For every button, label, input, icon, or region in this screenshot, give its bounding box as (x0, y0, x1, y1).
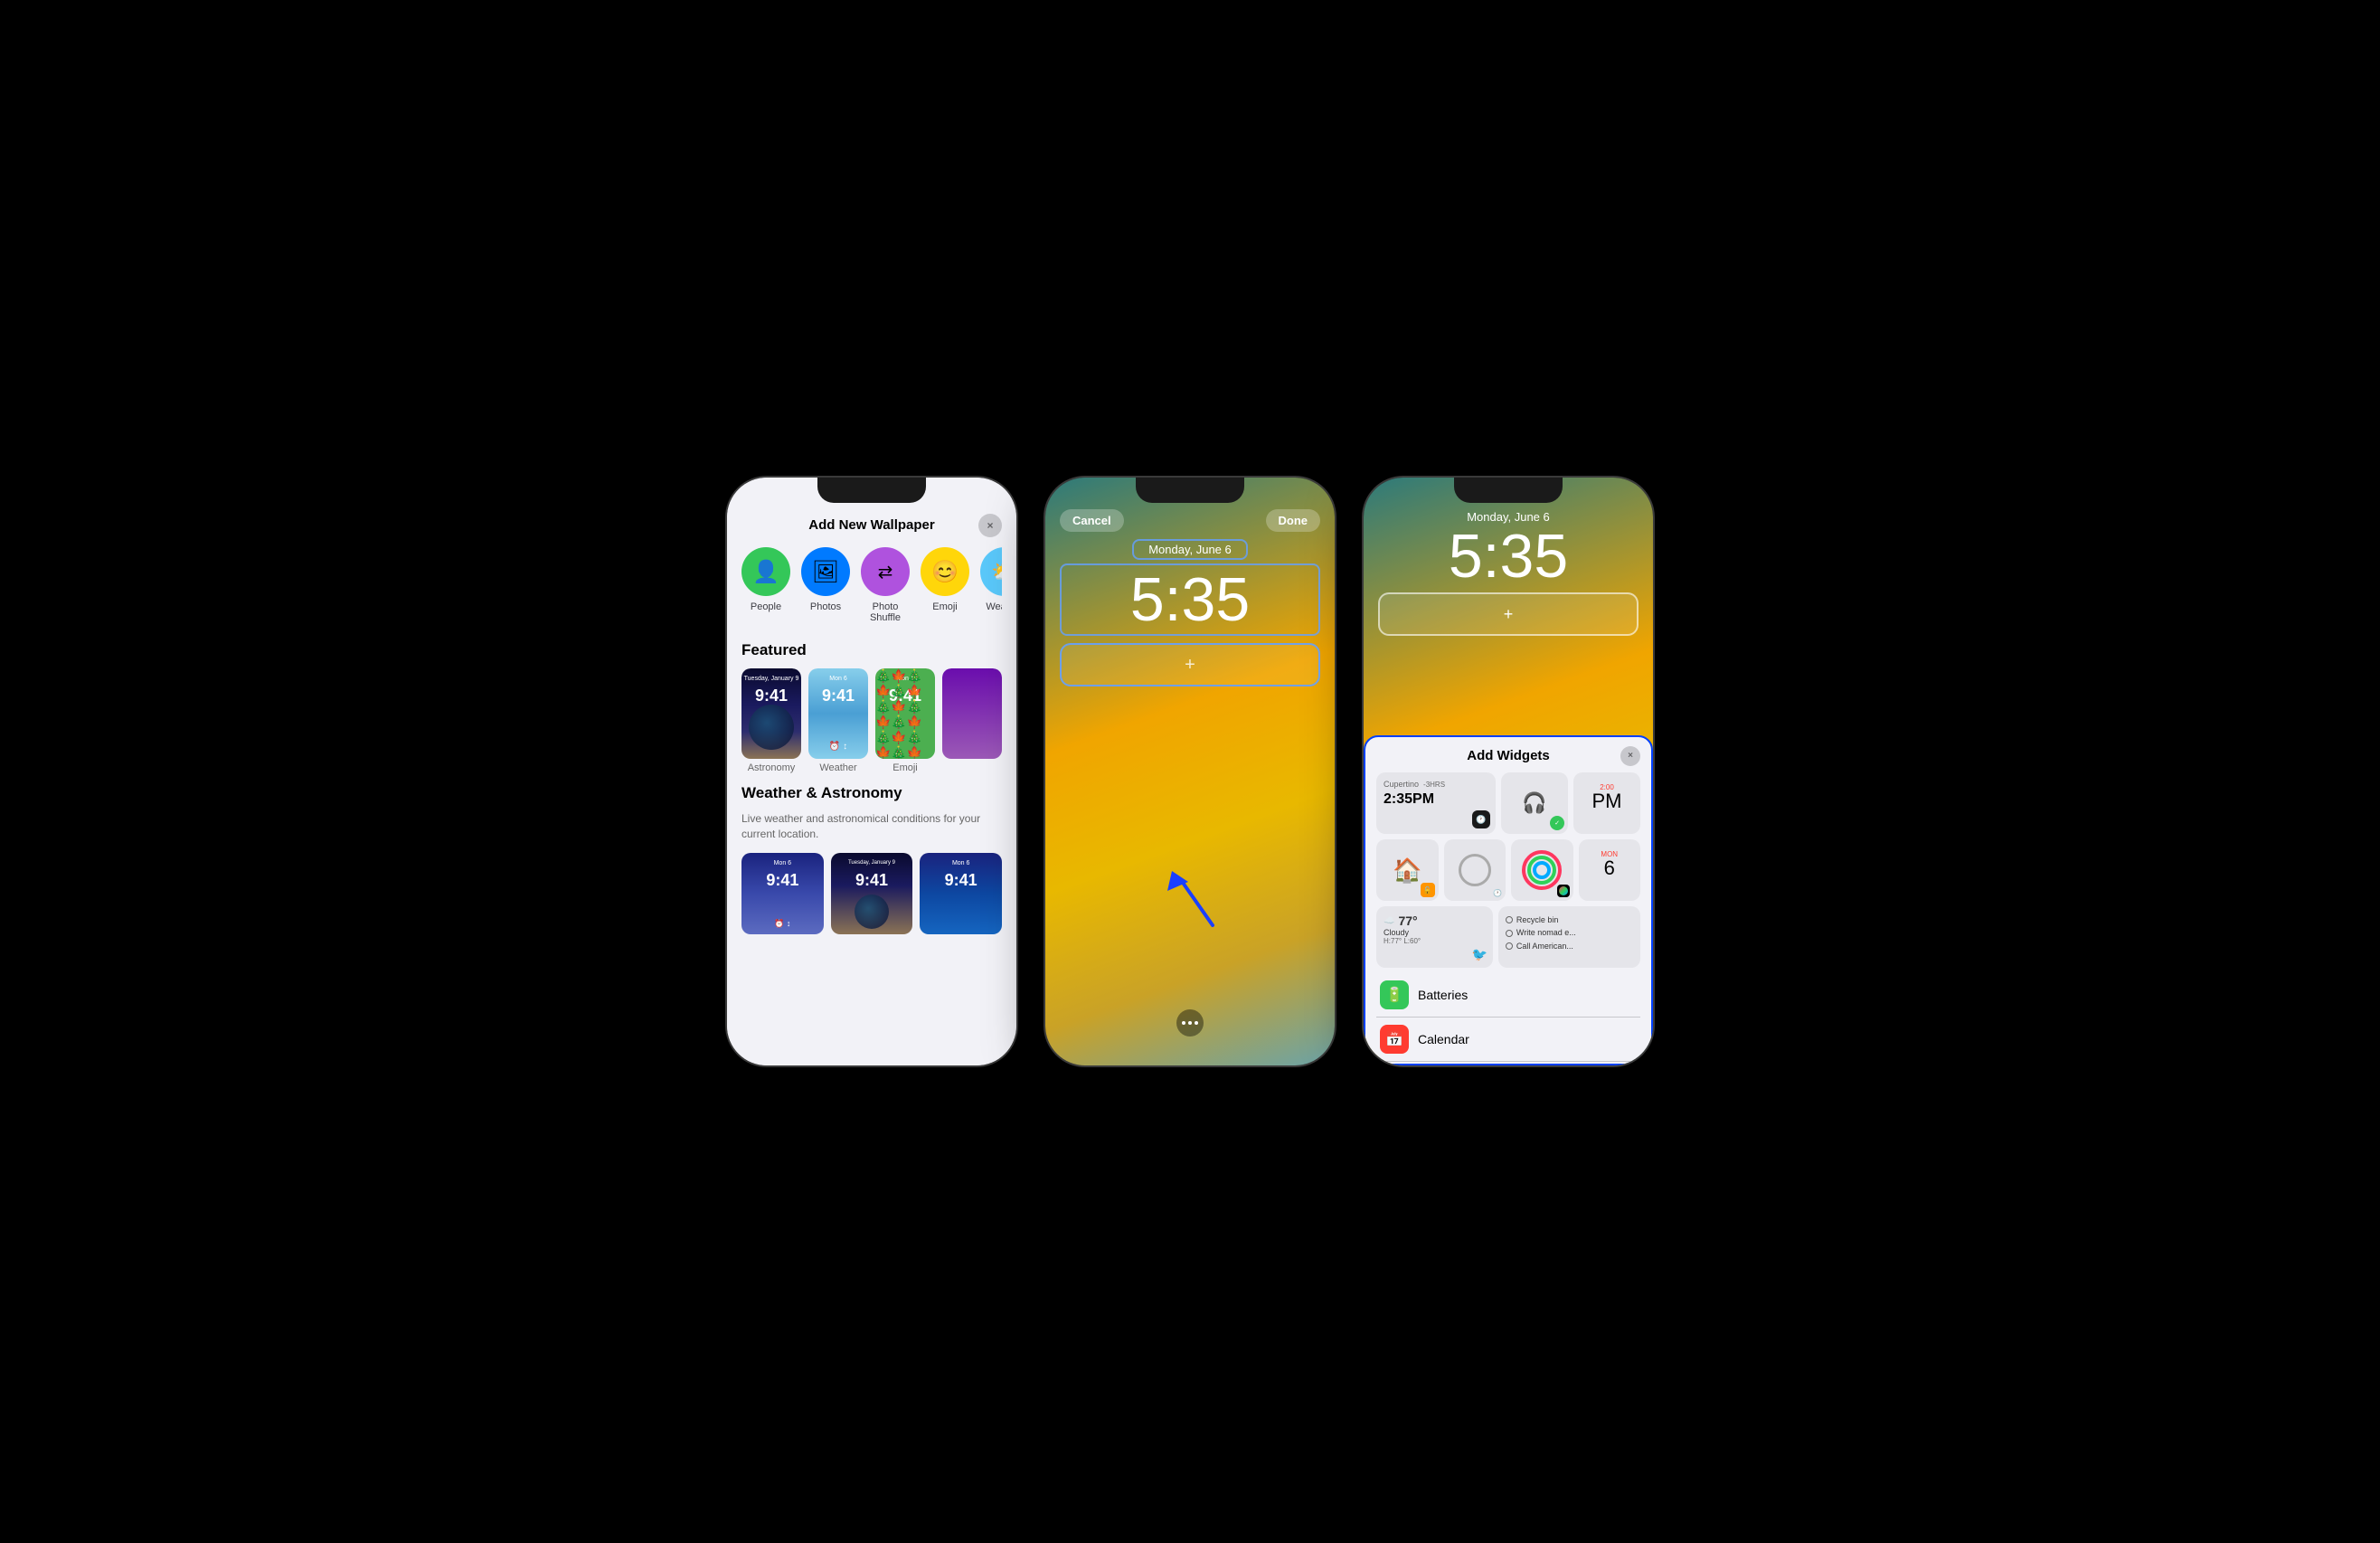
emoji-featured-label: Emoji (875, 762, 935, 773)
date-widget[interactable]: Monday, June 6 (1045, 539, 1335, 560)
add-widgets-header: Add Widgets × (1376, 748, 1640, 763)
todo-widget-card[interactable]: Recycle bin Write nomad e... Call Americ… (1498, 906, 1640, 968)
airpods-widget-card[interactable]: 🎧 ✓ (1501, 772, 1568, 834)
wallpaper-bg: Add New Wallpaper × 👤 People 🖼 Photos (727, 478, 1016, 1065)
phone-2-screen: Cancel Done Monday, June 6 5:35 + (1045, 478, 1335, 1065)
add-widgets-close-button[interactable]: × (1620, 746, 1640, 766)
weather-thumb-2[interactable]: Tuesday, January 9 9:41 (831, 853, 913, 934)
add-wallpaper-sheet: Add New Wallpaper × 👤 People 🖼 Photos (727, 478, 1016, 1065)
weather-thumb-1[interactable]: Mon 6 9:41 ⏰ ↕ (741, 853, 824, 934)
add-widgets-title: Add Widgets (1467, 748, 1550, 763)
batteries-app-icon: 🔋 (1380, 980, 1409, 1009)
option-people[interactable]: 👤 People (741, 547, 790, 623)
add-widget-icon: + (1185, 655, 1195, 676)
scene: Add New Wallpaper × 👤 People 🖼 Photos (691, 441, 1689, 1102)
featured-emoji[interactable]: Mon 6 9:41 🎄🍁🎄🍁🎄🍁🎄🍁🎄🍁🎄🍁🎄🍁🎄🍁🎄🍁🎄🍁🎄🍁🎄🍁 Emoj… (875, 668, 935, 773)
widget-add-area[interactable]: + (1060, 643, 1320, 686)
emoji-icon: 😊 (921, 547, 969, 596)
lock-widget-card[interactable]: 🏠 🔓 (1376, 839, 1439, 901)
arrow-annotation (1163, 853, 1226, 939)
p3-time-display: 5:35 (1364, 525, 1653, 587)
option-photos[interactable]: 🖼 Photos (801, 547, 850, 623)
weather-label: Weather (986, 601, 1002, 612)
p3-plus-icon: + (1504, 605, 1514, 624)
lockscreen-bg: Cancel Done Monday, June 6 5:35 + (1045, 478, 1335, 1065)
emoji-thumbnail: Mon 6 9:41 🎄🍁🎄🍁🎄🍁🎄🍁🎄🍁🎄🍁🎄🍁🎄🍁🎄🍁🎄🍁🎄🍁🎄🍁 (875, 668, 935, 759)
batteries-app-item[interactable]: 🔋 Batteries (1376, 973, 1640, 1018)
astronomy-thumbnail: Tuesday, January 9 9:41 (741, 668, 801, 759)
wallpaper-options-row: 👤 People 🖼 Photos ⇄ PhotoShuffle 😊 (741, 547, 1002, 623)
weather-icon: ⛅ (980, 547, 1002, 596)
featured-extra[interactable] (942, 668, 1002, 773)
weather-detail-widget-card[interactable]: ☁️ 77° Cloudy H:77° L:60° 🐦 (1376, 906, 1493, 968)
calendar-app-name: Calendar (1418, 1032, 1469, 1046)
featured-astronomy[interactable]: Tuesday, January 9 9:41 Astronomy (741, 668, 801, 773)
widget-row-3: ☁️ 77° Cloudy H:77° L:60° 🐦 (1376, 906, 1640, 968)
calendar-widget-card-1[interactable]: 2:00 PM (1573, 772, 1640, 834)
widget-row-1: Cupertino -3HRS 2:35PM 🕐 🎧 ✓ (1376, 772, 1640, 834)
airpods-battery-badge: ✓ (1550, 816, 1564, 830)
emoji-label: Emoji (932, 601, 958, 612)
phone-1-screen: Add New Wallpaper × 👤 People 🖼 Photos (727, 478, 1016, 1065)
phone-3-screen: Monday, June 6 5:35 + Add Widgets × (1364, 478, 1653, 1065)
batteries-app-name: Batteries (1418, 988, 1468, 1002)
p2-notch (1136, 478, 1244, 503)
featured-grid: Tuesday, January 9 9:41 Astronomy Mon 6 … (741, 668, 1002, 773)
weather-widget-card[interactable]: Cupertino -3HRS 2:35PM 🕐 (1376, 772, 1496, 834)
sheet-close-button[interactable]: × (978, 514, 1002, 537)
people-icon: 👤 (741, 547, 790, 596)
fitness-widget-card[interactable] (1511, 839, 1573, 901)
people-label: People (751, 601, 781, 612)
phone-2: Cancel Done Monday, June 6 5:35 + (1045, 478, 1335, 1065)
option-weather[interactable]: ⛅ Weather (980, 547, 1002, 623)
featured-section-title: Featured (741, 641, 1002, 659)
cancel-button[interactable]: Cancel (1060, 509, 1124, 532)
featured-weather[interactable]: Mon 6 9:41 ⏰ ↕ Weather (808, 668, 868, 773)
weather-section-title: Weather & Astronomy (741, 784, 1002, 802)
done-button[interactable]: Done (1266, 509, 1321, 532)
phone-1: Add New Wallpaper × 👤 People 🖼 Photos (727, 478, 1016, 1065)
time-display: 5:35 (1060, 563, 1320, 636)
photo-shuffle-label: PhotoShuffle (870, 601, 901, 623)
page-dots (1176, 1009, 1204, 1037)
widget-row-2: 🏠 🔓 🕐 (1376, 839, 1640, 901)
weather-thumbnail: Mon 6 9:41 ⏰ ↕ (808, 668, 868, 759)
extra-thumbnail (942, 668, 1002, 759)
weather-thumb-3[interactable]: Mon 6 9:41 (920, 853, 1002, 934)
p3-notch (1454, 478, 1563, 503)
sheet-header: Add New Wallpaper × (741, 517, 1002, 533)
add-widgets-panel: Add Widgets × Cupertino -3HRS 2:35PM 🕐 (1364, 735, 1653, 1065)
p3-widget-area[interactable]: + (1378, 592, 1639, 636)
calendar-app-icon: 📅 (1380, 1025, 1409, 1054)
option-photo-shuffle[interactable]: ⇄ PhotoShuffle (861, 547, 910, 623)
astronomy-label: Astronomy (741, 762, 801, 773)
photo-shuffle-icon: ⇄ (861, 547, 910, 596)
clock-overlay-icon: 🕐 (1472, 810, 1490, 828)
phone-3: Monday, June 6 5:35 + Add Widgets × (1364, 478, 1653, 1065)
weather-grid: Mon 6 9:41 ⏰ ↕ Tuesday, January 9 9:41 M… (741, 853, 1002, 934)
circle-widget-card[interactable]: 🕐 (1444, 839, 1506, 901)
notch (817, 478, 926, 503)
option-emoji[interactable]: 😊 Emoji (921, 547, 969, 623)
weather-featured-label: Weather (808, 762, 868, 773)
weather-section-desc: Live weather and astronomical conditions… (741, 811, 1002, 842)
calendar-widget-card-2[interactable]: MON 6 (1579, 839, 1641, 901)
photos-icon: 🖼 (801, 547, 850, 596)
sheet-title: Add New Wallpaper (808, 517, 934, 533)
photos-label: Photos (810, 601, 841, 612)
p3-lockscreen-bg: Monday, June 6 5:35 + Add Widgets × (1364, 478, 1653, 1065)
date-display: Monday, June 6 (1132, 539, 1248, 560)
calendar-app-item[interactable]: 📅 Calendar (1376, 1018, 1640, 1062)
